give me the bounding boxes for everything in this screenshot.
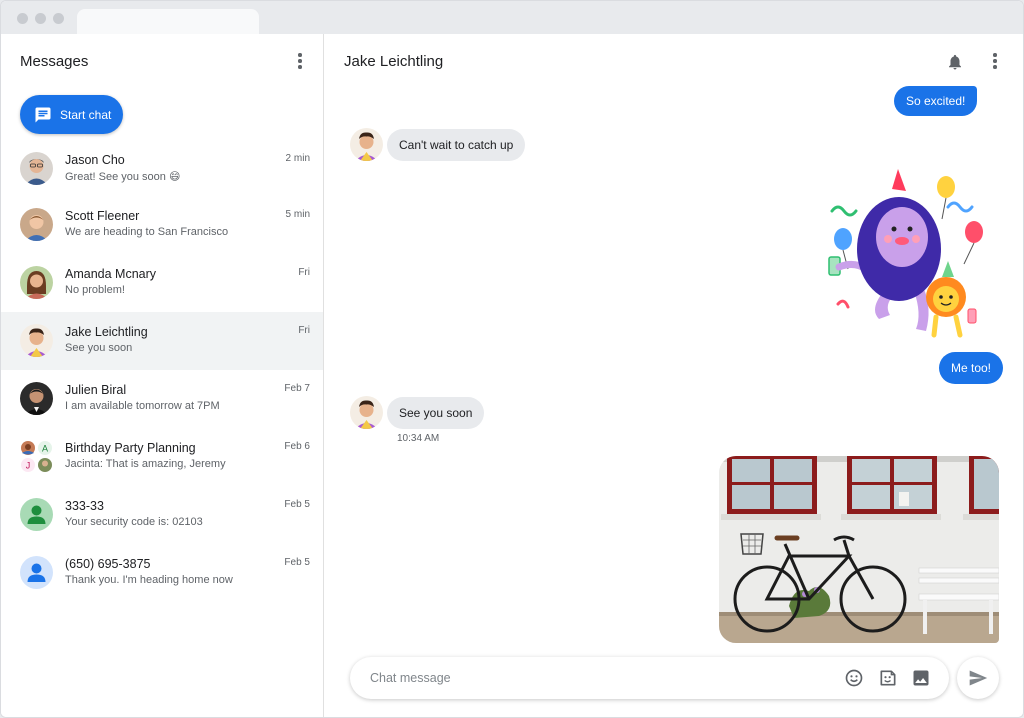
outgoing-message-bubble[interactable]: So excited! (894, 86, 978, 116)
browser-tab[interactable] (77, 9, 259, 35)
conversation-item[interactable]: Scott Fleener We are heading to San Fran… (1, 196, 323, 254)
conversation-snippet: No problem! (65, 284, 125, 296)
conversation-sidebar: Messages Start chat Jason Cho Great! See… (1, 34, 324, 717)
conversation-item[interactable]: Jason Cho Great! See you soon 😄 2 min (1, 140, 323, 198)
group-initial: A (42, 444, 48, 454)
conversation-name: 333-33 (65, 499, 104, 513)
smile-emoji-icon: 😄 (168, 171, 181, 183)
incoming-message-bubble[interactable]: See you soon (387, 397, 485, 429)
incoming-message-bubble[interactable]: Can't wait to catch up (387, 129, 526, 161)
window-left (721, 456, 821, 520)
default-person-avatar (20, 498, 53, 531)
conversation-snippet: See you soon (65, 342, 133, 354)
conversation-name: Birthday Party Planning (65, 441, 196, 455)
conversation-time: Feb 7 (284, 383, 310, 394)
conversation-time: Feb 6 (284, 441, 310, 452)
conversation-snippet: Great! See you soon 😄 (65, 171, 181, 183)
start-chat-button[interactable]: Start chat (20, 95, 123, 134)
outgoing-message-bubble[interactable]: Me too! (939, 352, 1004, 384)
conversation-time: 5 min (285, 209, 310, 220)
avatar (20, 152, 53, 185)
sidebar-title: Messages (20, 53, 89, 70)
chat-message-input[interactable] (370, 657, 830, 699)
conversation-time: Fri (298, 325, 310, 336)
chat-title: Jake Leichtling (344, 53, 444, 70)
conversation-snippet: Jacinta: That is amazing, Jeremy (65, 458, 226, 470)
conversation-snippet: Thank you. I'm heading home now (65, 574, 233, 586)
conversation-time: Feb 5 (284, 499, 310, 510)
contact-avatar (350, 396, 383, 429)
conversation-item[interactable]: 333-33 Your security code is: 02103 Feb … (1, 486, 323, 544)
conversation-snippet: We are heading to San Francisco (65, 226, 229, 238)
sticker-icon[interactable] (878, 668, 898, 688)
conversation-time: Fri (298, 267, 310, 278)
message-composer (350, 657, 949, 699)
party-monster-sticker[interactable] (824, 169, 994, 349)
send-button[interactable] (957, 657, 999, 699)
image-icon[interactable] (911, 668, 931, 688)
app-window: Messages Start chat Jason Cho Great! See… (0, 0, 1024, 718)
conversation-item[interactable]: Julien Biral I am available tomorrow at … (1, 370, 323, 428)
avatar (20, 266, 53, 299)
avatar (20, 382, 53, 415)
conversation-item-selected[interactable]: Jake Leichtling See you soon Fri (1, 312, 323, 370)
contact-avatar (350, 128, 383, 161)
conversation-name: (650) 695-3875 (65, 557, 151, 571)
chat-pane: Jake Leichtling So excited! Can't wait t… (324, 34, 1023, 717)
conversation-item[interactable]: Amanda Mcnary No problem! Fri (1, 254, 323, 312)
conversation-time: Feb 5 (284, 557, 310, 568)
default-person-avatar (20, 556, 53, 589)
more-vert-icon[interactable] (290, 51, 310, 71)
avatar (20, 324, 53, 357)
conversation-name: Julien Biral (65, 383, 127, 397)
bell-icon[interactable] (946, 52, 964, 72)
browser-titlebar (1, 1, 1023, 35)
chat-more-vert-icon[interactable] (985, 51, 1005, 71)
conversation-name: Scott Fleener (65, 209, 140, 223)
conversation-snippet: I am available tomorrow at 7PM (65, 400, 220, 412)
start-chat-label: Start chat (60, 107, 112, 122)
conversation-time: 2 min (285, 153, 310, 164)
conversation-name: Jason Cho (65, 153, 125, 167)
emoji-icon[interactable] (844, 668, 864, 688)
window-minimize-dot[interactable] (35, 13, 46, 24)
avatar (20, 208, 53, 241)
chat-bubble-icon (35, 107, 51, 122)
conversation-name: Amanda Mcnary (65, 267, 157, 281)
bicycle-photo[interactable] (719, 456, 999, 643)
conversation-item[interactable]: (650) 695-3875 Thank you. I'm heading ho… (1, 544, 323, 602)
window-maximize-dot[interactable] (53, 13, 64, 24)
group-avatar: A J (20, 440, 53, 473)
conversation-item[interactable]: A J Birthday Party Planning Jacinta: Tha… (1, 428, 323, 486)
conversation-name: Jake Leichtling (65, 325, 148, 339)
group-initial: J (26, 461, 31, 471)
send-icon (969, 670, 988, 686)
conversation-snippet: Your security code is: 02103 (65, 516, 203, 528)
message-timestamp: 10:34 AM (397, 433, 440, 444)
window-close-dot[interactable] (17, 13, 28, 24)
